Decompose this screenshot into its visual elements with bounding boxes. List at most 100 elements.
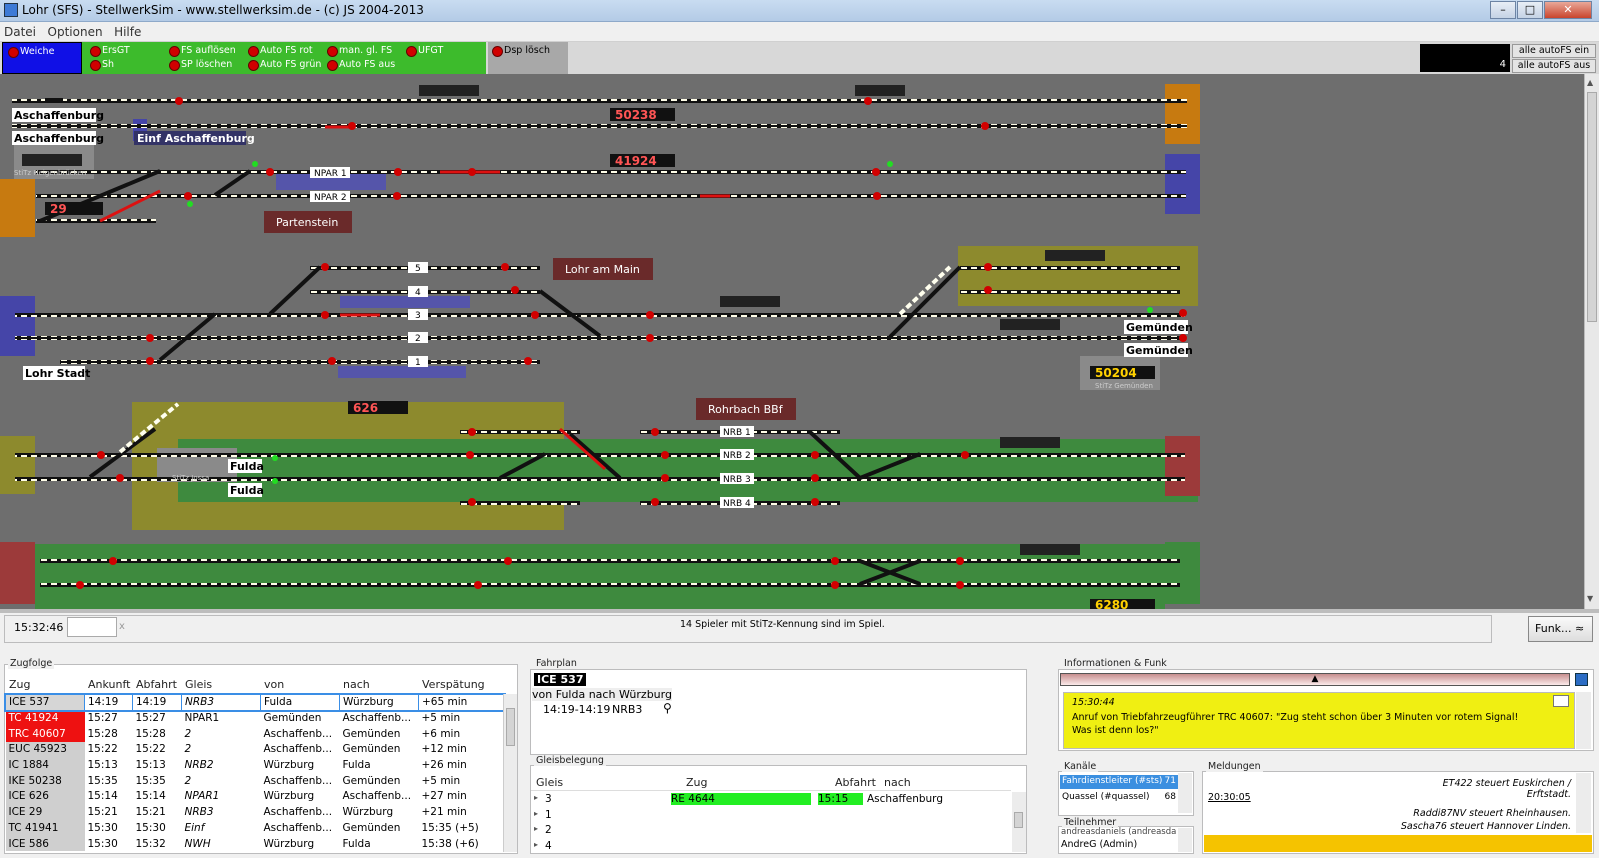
col-gleis[interactable]: Gleis	[185, 678, 212, 691]
menu-datei[interactable]: Datei	[0, 22, 40, 42]
participant-2[interactable]: AndreG (Admin)	[1061, 839, 1137, 850]
table-cell: Würzburg	[263, 837, 315, 850]
col-zug[interactable]: Zug	[9, 678, 31, 691]
table-row[interactable]: IKE 50238 15:35 15:35 2 Aschaffenb... Gemünde…	[5, 772, 504, 789]
col-abfahrt-gb[interactable]: Abfahrt	[835, 776, 876, 789]
col-abfahrt[interactable]: Abfahrt	[136, 678, 177, 691]
board-scroll-thumb[interactable]	[1587, 92, 1597, 322]
station-gemuenden-1: Gemünden	[1126, 321, 1193, 334]
track-diagram[interactable]: 50238 41924 29 626 50204 6280 Aschaffenb…	[0, 74, 1584, 609]
teilnehmer-scrollbar[interactable]	[1178, 828, 1192, 852]
meldung-line-1: ET422 steuert Euskirchen / Erftstadt.	[1442, 778, 1571, 800]
table-cell: Würzburg	[263, 790, 315, 803]
menu-optionen[interactable]: Optionen	[44, 22, 107, 42]
track-label-nrb1: NRB 1	[723, 428, 751, 438]
channel-name: Fahrdienstleiter (#sts)	[1062, 776, 1163, 786]
search-icon[interactable]: ⚲	[663, 701, 672, 715]
ufgt-button[interactable]: UFGT	[404, 45, 443, 57]
expand-icon[interactable]: ▸	[534, 824, 538, 833]
list-item[interactable]: ▸ 1	[531, 808, 1011, 823]
table-row[interactable]: TRC 40607 15:28 15:28 2 Aschaffenb... Gemünde…	[5, 725, 504, 742]
sh-button[interactable]: Sh	[88, 59, 114, 71]
gleisbelegung-scrollbar[interactable]	[1012, 792, 1026, 852]
display-train-29: 29	[50, 202, 67, 216]
track-label-npar1: NPAR 1	[314, 169, 347, 179]
status-row: 15:32:46 x 14 Spieler mit StiTz-Kennung …	[0, 613, 1599, 647]
track-label-5: 5	[415, 264, 421, 274]
station-fulda-2: Fulda	[230, 484, 264, 497]
list-item[interactable]: ▸ 3 RE 4644 15:15 Aschaffenburg	[531, 792, 1011, 807]
fahrplan-route: von Fulda nach Würzburg	[532, 688, 672, 701]
station-gemuenden-2: Gemünden	[1126, 344, 1193, 357]
maximize-button[interactable]: □	[1517, 1, 1543, 19]
table-cell: 15:13	[135, 759, 166, 772]
track-label-4: 4	[415, 288, 421, 298]
alle-autofs-ein-button[interactable]: alle autoFS ein	[1512, 44, 1596, 58]
list-item[interactable]: ▸ 2	[531, 823, 1011, 838]
meldung-line-2: Raddi87NV steuert Rheinhausen.	[1413, 808, 1571, 819]
minimize-button[interactable]: –	[1490, 1, 1516, 19]
station-lohr-am-main: Lohr am Main	[565, 263, 640, 276]
meldungen-input-bar[interactable]	[1204, 835, 1592, 852]
menu-hilfe[interactable]: Hilfe	[110, 22, 145, 42]
channel-quassel[interactable]: Quassel (#quassel) 68	[1060, 791, 1178, 805]
clear-input-icon[interactable]: x	[119, 621, 125, 632]
table-cell: 15:30	[87, 837, 118, 850]
col-gleis-gb[interactable]: Gleis	[536, 776, 563, 789]
col-von[interactable]: von	[264, 678, 284, 691]
alle-autofs-aus-button[interactable]: alle autoFS aus	[1512, 59, 1596, 73]
info-collapse-bar[interactable]: ▲	[1060, 673, 1570, 686]
zugfolge-scroll-thumb[interactable]	[506, 708, 515, 746]
sp-loeschen-button[interactable]: SP löschen	[167, 59, 232, 71]
table-row[interactable]: ICE 586 15:30 15:32 NWH Würzburg Fulda 15:38 (…	[5, 835, 504, 852]
man-gl-fs-button[interactable]: man. gl. FS	[325, 45, 392, 57]
stitz-jossa: StiTz Jossa	[172, 474, 209, 482]
table-row[interactable]: TC 41924 15:27 15:27 NPAR1 Gemünden Aschaffen…	[5, 710, 504, 726]
table-cell: 2	[184, 743, 192, 756]
table-row[interactable]: ICE 29 15:21 15:21 NRB3 Aschaffenb... Würzbur…	[5, 804, 504, 820]
table-row[interactable]: ICE 626 15:14 15:14 NPAR1 Würzburg Aschaffenb…	[5, 788, 504, 805]
counter-display: 4	[1420, 44, 1510, 72]
col-verspaetung[interactable]: Verspätung	[422, 678, 485, 691]
info-scrollbar[interactable]	[1576, 692, 1591, 749]
table-row[interactable]: EUC 45923 15:22 15:22 2 Aschaffenb... Gemünde…	[5, 741, 504, 758]
envelope-icon[interactable]	[1553, 695, 1569, 707]
participant-1[interactable]: andreasdaniels (andreasda	[1061, 827, 1176, 837]
channel-fahrdienstleiter[interactable]: Fahrdienstleiter (#sts) 71	[1060, 775, 1178, 789]
expand-icon[interactable]: ▸	[534, 840, 538, 849]
board-scrollbar[interactable]: ▲ ▼	[1584, 74, 1599, 609]
auto-fs-rot-button[interactable]: Auto FS rot	[246, 45, 313, 57]
menu-bar: Datei Optionen Hilfe	[0, 22, 1599, 42]
fs-aufloesen-button[interactable]: FS auflösen	[167, 45, 236, 57]
meldungen-scrollbar[interactable]	[1576, 773, 1591, 833]
expand-icon[interactable]: ▸	[534, 809, 538, 818]
auto-fs-aus-button[interactable]: Auto FS aus	[325, 59, 395, 71]
kanaele-scrollbar[interactable]	[1178, 773, 1192, 813]
col-nach-gb[interactable]: nach	[884, 776, 911, 789]
col-ankunft[interactable]: Ankunft	[88, 678, 130, 691]
station-aschaffenburg-1: Aschaffenburg	[14, 109, 104, 122]
table-cell: +6 min	[421, 727, 461, 740]
table-row[interactable]: ICE 537 14:19 14:19 NRB3 Fulda Würzburg +65 mi…	[3, 692, 506, 713]
col-zug-gb[interactable]: Zug	[686, 776, 708, 789]
table-cell: +65 min	[418, 694, 504, 711]
info-menu-icon[interactable]	[1575, 673, 1588, 686]
gleisbelegung-cell: RE 4644	[671, 793, 811, 805]
dsp-loesch-button[interactable]: Dsp lösch	[490, 45, 550, 57]
zugfolge-scrollbar[interactable]	[503, 694, 517, 852]
funk-button[interactable]: Funk... ≈	[1528, 616, 1593, 642]
ersgt-button[interactable]: ErsGT	[88, 45, 130, 57]
table-cell: 15:27	[87, 712, 118, 725]
close-button[interactable]: ✕	[1544, 1, 1592, 19]
list-item[interactable]: ▸ 4	[531, 839, 1011, 853]
table-row[interactable]: IC 1884 15:13 15:13 NRB2 Würzburg Fulda +26 mi…	[5, 757, 504, 773]
col-nach[interactable]: nach	[343, 678, 370, 691]
expand-icon[interactable]: ▸	[534, 793, 538, 802]
weiche-button[interactable]: Weiche	[6, 46, 54, 58]
track-label-npar2: NPAR 2	[314, 193, 347, 203]
gleisbelegung-rows: ▸ 3 RE 4644 15:15 Aschaffenburg ▸ 1 ▸ 2 ▸ 4	[531, 792, 1011, 852]
station-rohrbach-bbf: Rohrbach BBf	[708, 403, 784, 416]
auto-fs-gruen-button[interactable]: Auto FS grün	[246, 59, 321, 71]
command-input[interactable]	[67, 617, 117, 637]
table-row[interactable]: TC 41941 15:30 15:30 Einf Aschaffenb... Gemün…	[5, 820, 504, 836]
